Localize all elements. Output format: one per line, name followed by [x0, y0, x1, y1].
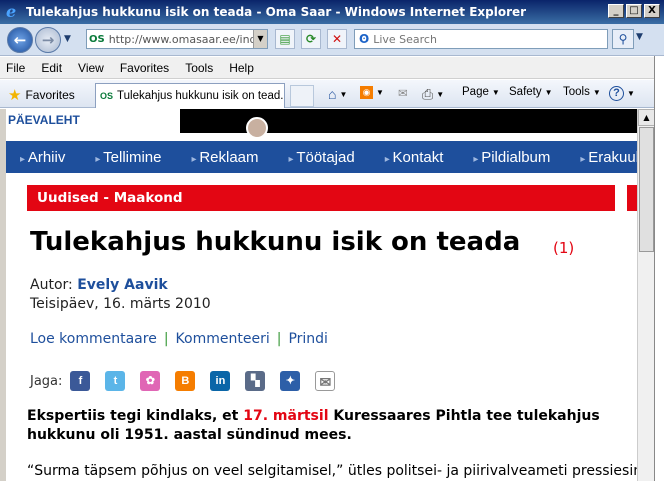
link-separator: | — [276, 331, 282, 347]
share-label: Jaga: — [30, 373, 63, 389]
article-author: Autor: Evely Aavik — [30, 277, 168, 293]
menu-favorites[interactable]: Favorites — [120, 61, 169, 75]
twitter-icon[interactable]: t — [105, 371, 126, 391]
close-button[interactable]: X — [644, 4, 660, 18]
maximize-button[interactable]: □ — [626, 4, 642, 18]
feeds-button[interactable]: ◉ ▼ — [360, 86, 384, 99]
delicious-icon[interactable]: ▚ — [245, 371, 266, 391]
header-banner[interactable] — [180, 109, 637, 139]
article-title: Tulekahjus hukkunu isik on teada — [30, 227, 521, 257]
nav-arhiiv[interactable]: Arhiiv — [20, 149, 66, 166]
address-input[interactable]: OS http://www.omasaar.ee/inde ▼ — [86, 29, 268, 49]
banner-figure — [246, 117, 268, 139]
refresh-icon[interactable]: ⟳ — [301, 29, 321, 49]
article-actions: Loe kommentaare | Kommenteeri | Prindi — [30, 331, 328, 347]
home-icon: ⌂ — [328, 86, 337, 102]
star-icon: ★ — [8, 87, 22, 104]
section-heading: Uudised - Maakond — [27, 185, 615, 211]
search-input[interactable] — [373, 32, 607, 46]
mail-icon: ✉ — [398, 88, 408, 100]
site-logo[interactable]: PÄEVALEHT — [8, 113, 80, 127]
scroll-thumb[interactable] — [639, 127, 654, 252]
favorites-label: Favorites — [25, 88, 75, 102]
tab-title: Tulekahjus hukkunu isik on tead... — [117, 90, 285, 102]
scroll-up-icon[interactable]: ▲ — [638, 109, 655, 126]
tab-current[interactable]: OS Tulekahjus hukkunu isik on tead... — [95, 83, 285, 108]
nav-pildialbum[interactable]: Pildialbum — [473, 149, 550, 166]
share-bar: Jaga: f t ✿ B in ▚ ✦ ✉ — [30, 371, 350, 391]
home-button[interactable]: ⌂ ▼ — [328, 86, 347, 102]
article-lead: Ekspertiis tegi kindlaks, et 17. märtsil… — [27, 407, 627, 445]
site-favicon-icon: OS — [89, 33, 105, 45]
search-go-icon[interactable]: ⚲ — [612, 29, 634, 49]
site-nav: Arhiiv Tellimine Reklaam Töötajad Kontak… — [6, 141, 637, 173]
history-dropdown-icon[interactable]: ▼ — [64, 34, 71, 44]
article-date: Teisipäev, 16. märts 2010 — [30, 296, 211, 312]
linkedin-icon[interactable]: in — [210, 371, 231, 391]
tools-menu[interactable]: Tools ▼ — [563, 86, 601, 98]
window-edge — [654, 56, 664, 481]
search-box[interactable]: ʘ — [354, 29, 608, 49]
page-menu[interactable]: Page ▼ — [462, 86, 500, 98]
new-tab-button[interactable] — [290, 85, 314, 107]
nav-kontakt[interactable]: Kontakt — [385, 149, 444, 166]
nav-reklaam[interactable]: Reklaam — [192, 149, 258, 166]
site-header: PÄEVALEHT — [6, 109, 637, 139]
menu-help[interactable]: Help — [229, 61, 254, 75]
safety-menu[interactable]: Safety ▼ — [509, 86, 553, 98]
safety-menu-label: Safety — [509, 86, 542, 98]
search-options-icon[interactable]: ▼ — [636, 32, 643, 42]
lead-text-start: Ekspertiis tegi kindlaks, et — [27, 408, 244, 424]
favorites-button[interactable]: ★ Favorites — [8, 86, 75, 104]
nav-tootajad[interactable]: Töötajad — [289, 149, 354, 166]
window-controls: _ □ X — [608, 4, 660, 18]
address-dropdown-icon[interactable]: ▼ — [253, 30, 267, 48]
menu-edit[interactable]: Edit — [41, 61, 62, 75]
ie-logo-icon: e — [6, 2, 17, 21]
tab-favicon-icon: OS — [100, 91, 114, 101]
print-link[interactable]: Prindi — [288, 331, 328, 347]
printer-icon: ⎙ — [422, 86, 434, 102]
live-search-icon: ʘ — [359, 32, 370, 46]
forward-button[interactable]: → — [35, 27, 61, 53]
comment-link[interactable]: Kommenteeri — [176, 331, 270, 347]
favorites-bar: ★ Favorites OS Tulekahjus hukkunu isik o… — [0, 80, 664, 108]
read-comments-link[interactable]: Loe kommentaare — [30, 331, 157, 347]
minimize-button[interactable]: _ — [608, 4, 624, 18]
blogger-icon[interactable]: B — [175, 371, 196, 391]
facebook-icon[interactable]: f — [70, 371, 91, 391]
page-menu-label: Page — [462, 86, 489, 98]
help-icon: ? — [609, 86, 624, 101]
article-body: “Surma täpsem põhjus on veel selgitamise… — [27, 463, 637, 479]
menu-file[interactable]: File — [6, 61, 25, 75]
page-viewport: PÄEVALEHT Arhiiv Tellimine Reklaam Tööta… — [0, 109, 637, 481]
tools-menu-label: Tools — [563, 86, 590, 98]
address-url[interactable]: http://www.omasaar.ee/inde — [109, 33, 253, 46]
lead-highlight: 17. märtsil — [243, 408, 329, 424]
comment-count-link[interactable]: (1) — [553, 239, 574, 257]
menu-bar: File Edit View Favorites Tools Help — [0, 57, 664, 79]
back-button[interactable]: ← — [7, 27, 33, 53]
mail-button[interactable]: ✉ — [398, 86, 408, 100]
address-toolbar: ← → ▼ OS http://www.omasaar.ee/inde ▼ ▤ … — [0, 24, 664, 56]
nav-erakuulutus[interactable]: Erakuulutus — [580, 149, 637, 166]
email-icon[interactable]: ✉ — [315, 371, 336, 391]
stop-icon[interactable]: ✕ — [327, 29, 347, 49]
print-button[interactable]: ⎙ ▼ — [422, 86, 444, 103]
link-separator: | — [163, 331, 169, 347]
title-bar: e Tulekahjus hukkunu isik on teada - Oma… — [0, 0, 664, 24]
menu-view[interactable]: View — [78, 61, 104, 75]
page-scrollbar[interactable]: ▲ — [637, 109, 655, 481]
myspace-icon[interactable]: ✦ — [280, 371, 301, 391]
author-name-link[interactable]: Evely Aavik — [77, 277, 168, 293]
rss-icon: ◉ — [360, 86, 373, 99]
orkut-icon[interactable]: ✿ — [140, 371, 161, 391]
compatibility-icon[interactable]: ▤ — [275, 29, 295, 49]
menu-tools[interactable]: Tools — [185, 61, 213, 75]
section-heading-side — [627, 185, 637, 211]
help-button[interactable]: ? ▼ — [609, 86, 635, 101]
window-title: Tulekahjus hukkunu isik on teada - Oma S… — [26, 5, 527, 19]
author-label: Autor: — [30, 277, 73, 293]
nav-tellimine[interactable]: Tellimine — [95, 149, 161, 166]
